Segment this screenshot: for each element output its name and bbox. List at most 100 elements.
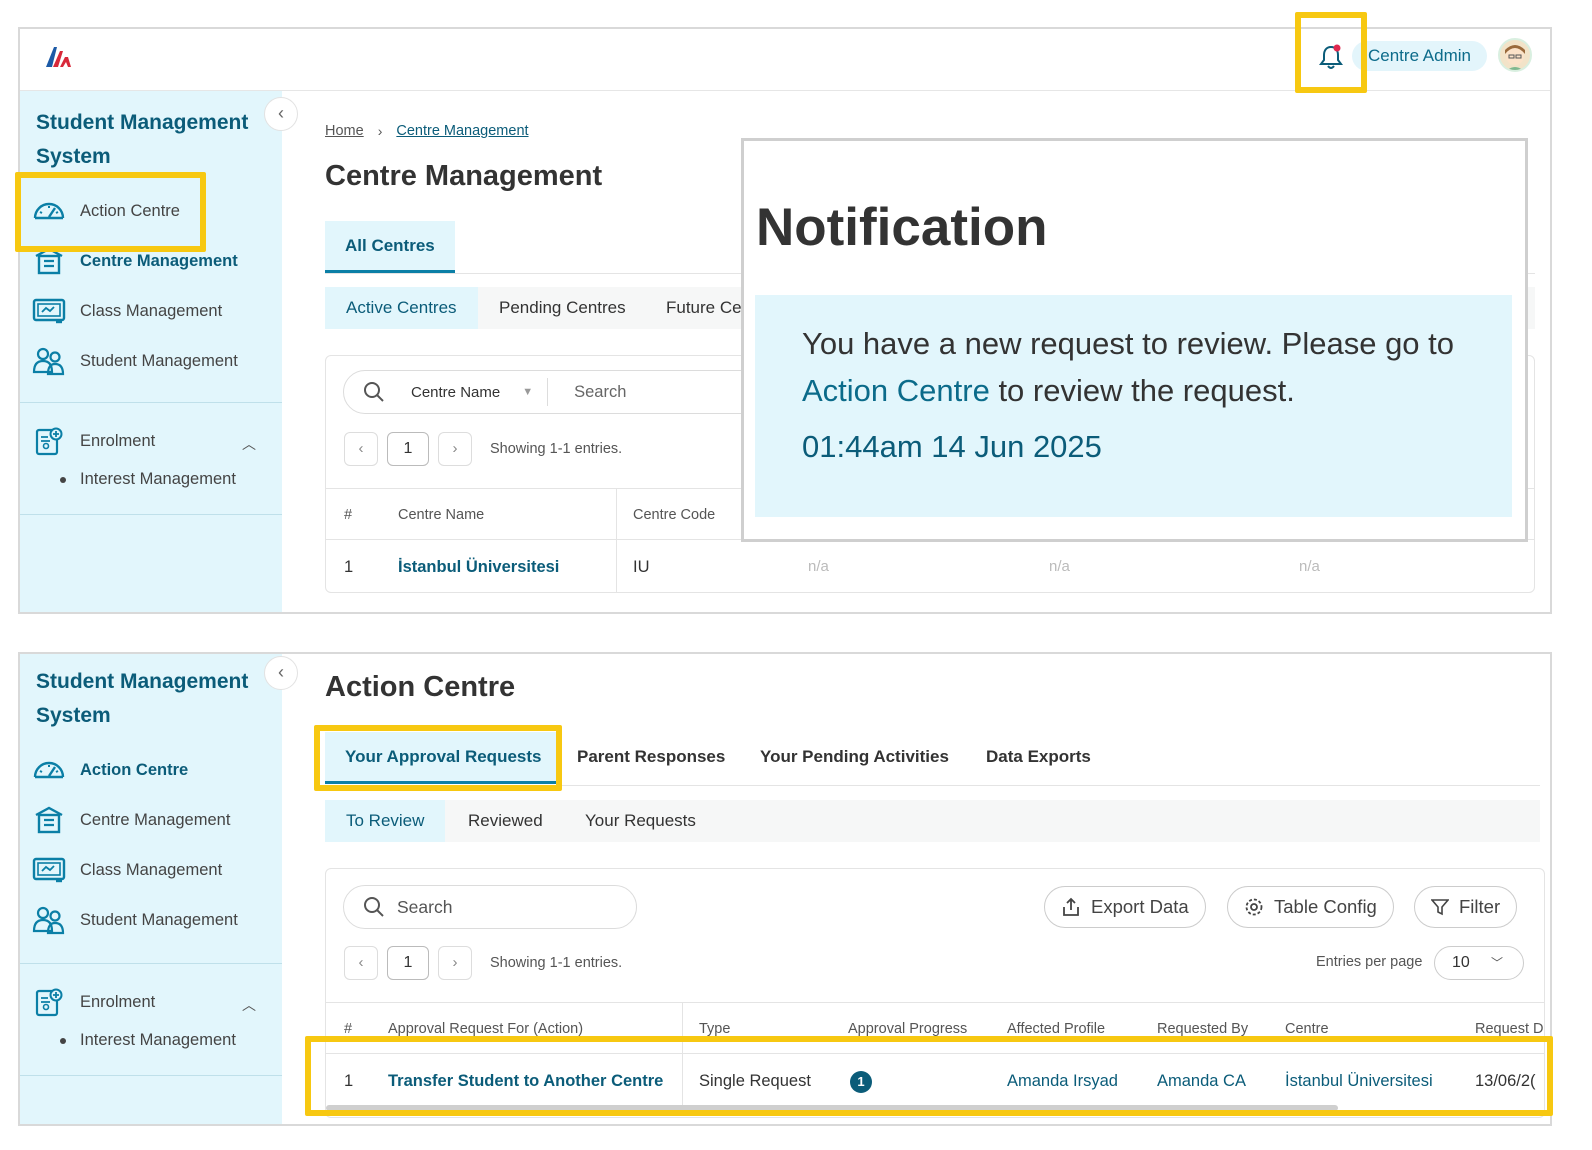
chevron-down-icon[interactable]: ▼ — [522, 386, 533, 398]
sidebar-item-action-centre[interactable]: Action Centre — [32, 752, 272, 788]
pagination-next-button[interactable]: › — [438, 432, 472, 466]
sidebar-item-class-management[interactable]: Class Management — [32, 852, 272, 888]
pagination-info: Showing 1-1 entries. — [490, 955, 623, 971]
chevron-up-icon[interactable]: ︿ — [242, 434, 256, 454]
search-bar[interactable]: Search — [343, 885, 637, 929]
enrolment-form-icon — [35, 988, 63, 1017]
tab-data-exports[interactable]: Data Exports — [966, 732, 1111, 784]
notification-timestamp: 01:44am 14 Jun 2025 — [802, 429, 1102, 464]
sidebar-item-label: Class Management — [80, 301, 223, 320]
sidebar-item-label: Centre Management — [80, 251, 238, 270]
centre-management-screen: Centre Admin Student Management System A… — [18, 27, 1552, 614]
subtab-pending-centres[interactable]: Pending Centres — [478, 287, 647, 329]
sidebar-item-enrolment[interactable]: Enrolment — [32, 423, 272, 459]
sidebar-item-centre-management[interactable]: Centre Management — [32, 802, 272, 838]
notification-popup: Notification You have a new request to r… — [741, 138, 1528, 542]
sidebar-item-label: Action Centre — [80, 760, 189, 779]
export-icon — [1063, 897, 1079, 916]
tab-all-centres[interactable]: All Centres — [325, 221, 455, 273]
search-divider — [547, 378, 549, 406]
sidebar-item-enrolment[interactable]: Enrolment — [32, 984, 272, 1020]
sidebar-subitem-interest-management[interactable]: Interest Management — [60, 470, 236, 489]
entries-per-page-select[interactable]: 10 ﹀ — [1434, 946, 1524, 980]
pagination: ‹ 1 › Showing 1-1 entries. — [344, 946, 622, 980]
sidebar-divider — [20, 514, 282, 515]
search-field-select[interactable]: Centre Name — [411, 384, 500, 401]
sidebar-title: Student Management System — [36, 670, 249, 727]
search-icon — [364, 897, 384, 917]
enrolment-form-icon — [35, 427, 63, 456]
gear-icon — [1245, 898, 1263, 916]
sidebar-item-class-management[interactable]: Class Management — [32, 293, 272, 329]
search-input[interactable]: Search — [397, 897, 452, 918]
sidebar-item-student-management[interactable]: Student Management — [32, 343, 272, 379]
tab-your-pending-activities[interactable]: Your Pending Activities — [740, 732, 969, 784]
app-logo[interactable] — [44, 43, 74, 69]
sidebar-title: Student Management System — [36, 111, 249, 168]
sidebar: Student Management System Action Centre … — [20, 91, 282, 612]
cell-value: n/a — [1049, 558, 1070, 575]
subtab-your-requests[interactable]: Your Requests — [564, 800, 717, 842]
notification-item[interactable]: You have a new request to review. Please… — [755, 295, 1512, 517]
table-row[interactable]: 1 İstanbul Üniversitesi IU n/a n/a n/a — [326, 541, 1534, 592]
search-bar[interactable]: Centre Name ▼ Search — [343, 370, 763, 414]
table-config-button[interactable]: Table Config — [1227, 886, 1394, 928]
user-name-chip[interactable]: Centre Admin — [1352, 41, 1487, 71]
gauge-icon — [33, 761, 65, 779]
notification-title: Notification — [756, 198, 1048, 257]
notification-action-centre-link[interactable]: Action Centre — [802, 373, 990, 408]
pagination-next-button[interactable]: › — [438, 946, 472, 980]
pagination: ‹ 1 › Showing 1-1 entries. — [344, 432, 622, 466]
sidebar-collapse-button[interactable]: ‹ — [264, 97, 298, 131]
column-header-centre-code[interactable]: Centre Code — [633, 489, 715, 541]
user-avatar[interactable] — [1498, 38, 1532, 72]
search-icon — [364, 382, 384, 402]
students-icon — [32, 906, 65, 935]
pagination-current-page[interactable]: 1 — [387, 946, 429, 980]
sidebar-subitem-interest-management[interactable]: Interest Management — [60, 1031, 236, 1050]
centre-code: IU — [633, 558, 650, 576]
students-icon — [32, 347, 65, 376]
sidebar-item-label: Student Management — [80, 351, 238, 370]
page-title: Action Centre — [325, 671, 516, 703]
pagination-prev-button[interactable]: ‹ — [344, 432, 378, 466]
sidebar-item-label: Enrolment — [80, 992, 156, 1011]
sidebar-collapse-button[interactable]: ‹ — [264, 656, 298, 690]
cell-value: n/a — [808, 558, 829, 575]
highlight-approval-requests-tab — [314, 725, 562, 791]
breadcrumb-home-link[interactable]: Home — [325, 123, 364, 139]
sidebar-divider — [20, 402, 282, 403]
breadcrumb-current-link[interactable]: Centre Management — [396, 123, 528, 139]
subtab-active-centres[interactable]: Active Centres — [325, 287, 478, 329]
column-header-centre-name[interactable]: Centre Name — [398, 489, 484, 541]
page-title: Centre Management — [325, 160, 603, 192]
search-input[interactable]: Search — [574, 383, 626, 402]
export-data-button[interactable]: Export Data — [1044, 886, 1206, 928]
building-icon — [35, 806, 63, 834]
notification-message: You have a new request to review. Please… — [802, 326, 1455, 408]
column-divider — [616, 541, 617, 592]
chevron-down-icon: ﹀ — [1490, 956, 1503, 970]
pagination-prev-button[interactable]: ‹ — [344, 946, 378, 980]
highlight-notification-bell — [1295, 12, 1367, 93]
sidebar-item-label: Enrolment — [80, 431, 156, 450]
classroom-icon — [32, 857, 66, 883]
bullet-icon — [60, 1037, 66, 1044]
sidebar-item-label: Student Management — [80, 910, 238, 929]
subtab-reviewed[interactable]: Reviewed — [447, 800, 564, 842]
pagination-current-page[interactable]: 1 — [387, 432, 429, 466]
sidebar-divider — [20, 963, 282, 964]
entries-per-page-label: Entries per page — [1316, 954, 1423, 970]
tab-parent-responses[interactable]: Parent Responses — [557, 732, 745, 784]
highlight-approval-row — [305, 1036, 1553, 1116]
sidebar-item-label: Class Management — [80, 860, 223, 879]
filter-button[interactable]: Filter — [1414, 886, 1518, 928]
highlight-action-centre-nav — [15, 172, 206, 252]
sidebar: Student Management System Action Centre … — [20, 654, 282, 1124]
sidebar-item-student-management[interactable]: Student Management — [32, 902, 272, 938]
chevron-up-icon[interactable]: ︿ — [242, 995, 256, 1015]
subtab-to-review[interactable]: To Review — [325, 800, 446, 842]
classroom-icon — [32, 298, 66, 324]
chevron-right-icon: › — [377, 123, 383, 139]
centre-name-link[interactable]: İstanbul Üniversitesi — [398, 541, 559, 592]
